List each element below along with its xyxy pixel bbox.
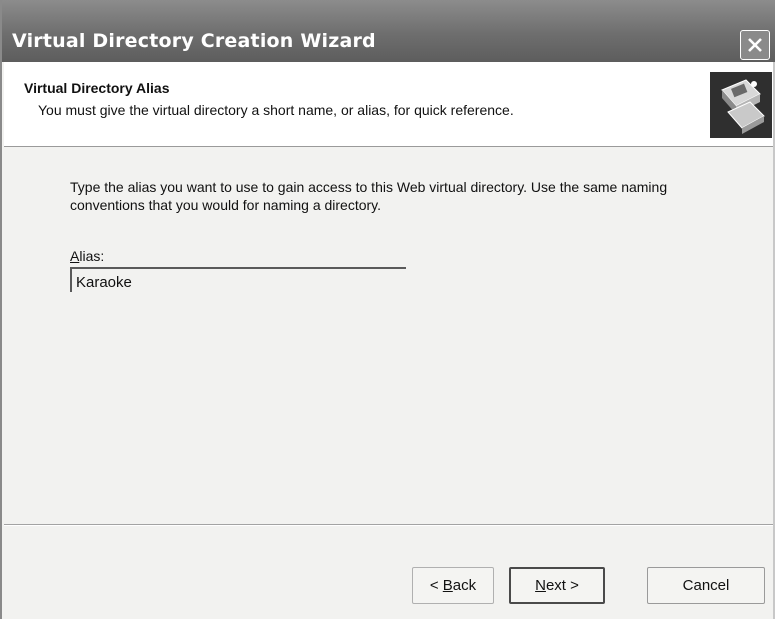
page-title: Virtual Directory Alias [24,80,170,96]
alias-label: Alias: [70,248,104,264]
header-panel: Virtual Directory Alias You must give th… [4,62,775,147]
back-hotkey: B [442,577,453,594]
back-rest: ack [452,577,477,594]
next-button[interactable]: Next > [509,567,605,604]
alias-input[interactable] [70,267,406,292]
back-button[interactable]: < Back [412,567,494,604]
alias-label-rest: lias: [79,248,105,264]
next-rest: ext > [545,577,579,594]
cancel-button[interactable]: Cancel [647,567,765,604]
instructions-text: Type the alias you want to use to gain a… [70,179,668,213]
close-button[interactable] [740,30,770,60]
wizard-window: Virtual Directory Creation Wizard Virtua… [0,0,775,619]
title-bar[interactable]: Virtual Directory Creation Wizard [2,0,775,62]
alias-label-hotkey: A [70,248,80,264]
footer-divider [4,524,775,526]
back-prefix: < [429,577,443,594]
wizard-book-icon [710,72,772,138]
page-subtitle: You must give the virtual directory a sh… [38,102,514,118]
window-title: Virtual Directory Creation Wizard [12,30,376,52]
next-hotkey: N [535,577,546,594]
